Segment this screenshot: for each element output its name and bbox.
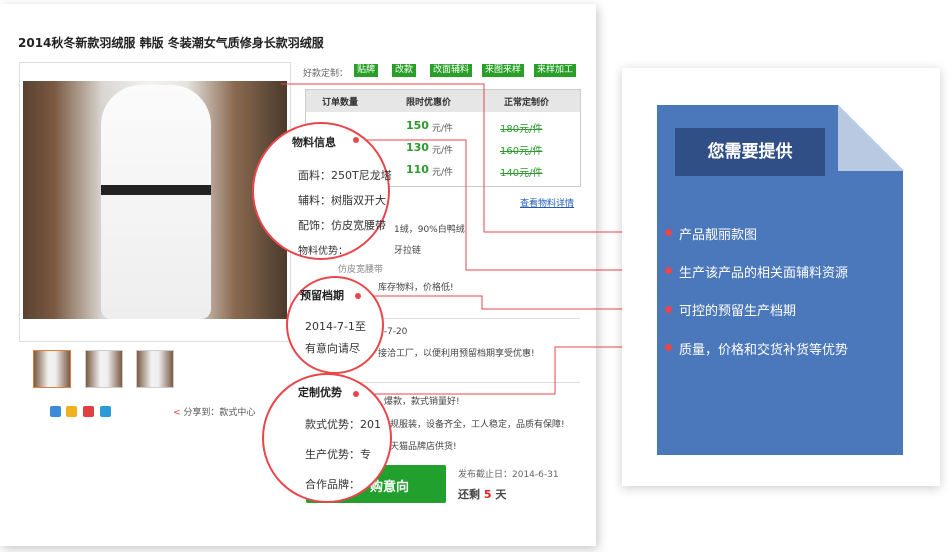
connector-dot (355, 293, 361, 299)
connector-dot (353, 391, 359, 397)
materials-trim: 配饰：仿皮宽腰带 (298, 219, 386, 232)
advantage-production: 生产优势：专 (305, 448, 371, 461)
schedule-date: 2014-7-1至 (305, 320, 366, 333)
schedule-title: 预留档期 (300, 289, 344, 302)
bullet-dot (665, 229, 672, 236)
advantage-brand: 合作品牌： (305, 478, 360, 491)
requirement-item: 可控的预留生产档期 (679, 304, 797, 319)
requirement-item: 质量，价格和交货补货等优势 (679, 343, 849, 358)
materials-advantage: 物料优势： (298, 246, 348, 257)
materials-title: 物料信息 (292, 136, 336, 149)
advantage-title: 定制优势 (298, 386, 342, 399)
schedule-note: 有意向请尽 (305, 342, 360, 355)
advantage-style: 款式优势：201 (305, 418, 381, 431)
requirements-heading: 您需要提供 (675, 128, 825, 176)
corner-fold-shade (838, 105, 904, 171)
bullet-dot (665, 306, 672, 313)
requirement-item: 产品靓丽款图 (679, 228, 758, 243)
materials-fabric: 面料：250T尼龙塔 (298, 169, 392, 182)
materials-accessory: 辅料：树脂双开大 (298, 194, 386, 207)
bullet-dot (665, 344, 672, 351)
requirement-item: 生产该产品的相关面辅料资源 (679, 266, 849, 281)
connector-dot (353, 137, 359, 143)
bullet-dot (665, 267, 672, 274)
